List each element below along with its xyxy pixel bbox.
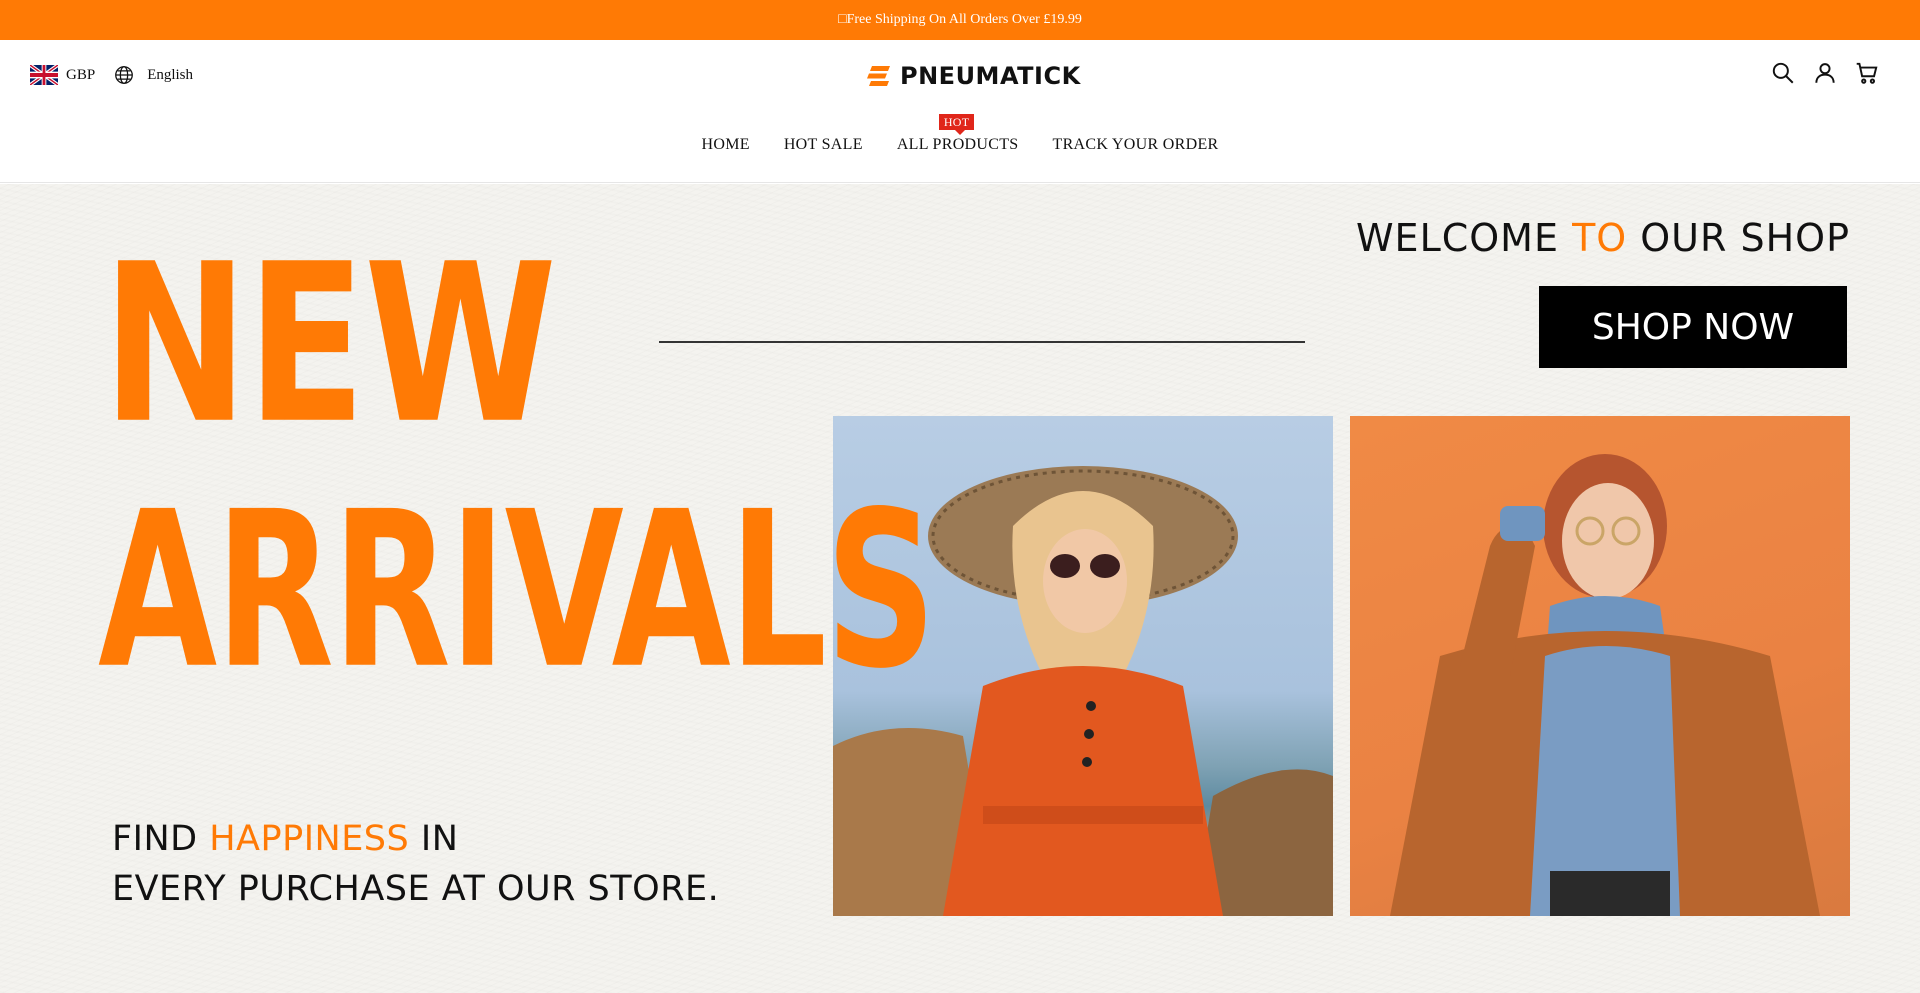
divider-line [659,341,1305,343]
welcome-text-end: OUR SHOP [1627,216,1850,260]
tagline-text: FIND [112,819,210,859]
header-icons [1770,60,1880,86]
logo-mark-icon [866,63,892,89]
hot-badge: HOT [938,114,975,135]
tagline: FIND HAPPINESS IN EVERY PURCHASE AT OUR … [112,814,719,914]
model-photo-brown-coat [1350,416,1850,916]
logo-text: PNEUMATICK [900,62,1081,90]
search-icon[interactable] [1770,60,1796,86]
hero-banner[interactable]: WELCOME TO OUR SHOP SHOP NOW NEW ARRIVAL… [0,184,1920,993]
shop-now-button[interactable]: SHOP NOW [1539,286,1847,368]
account-icon[interactable] [1812,60,1838,86]
nav-item-track-order[interactable]: TRACK YOUR ORDER [1053,132,1219,158]
tagline-text-end: IN [409,819,459,859]
headline-new: NEW [102,218,557,473]
welcome-heading: WELCOME TO OUR SHOP [1356,216,1850,260]
cart-icon[interactable] [1854,60,1880,86]
main-navigation: HOME HOT SALE ALL PRODUCTS HOT TRACK YOU… [0,114,1920,158]
headline-arrivals: ARRIVALS [98,466,936,717]
uk-flag-icon[interactable] [29,63,59,87]
tagline-line-1: FIND HAPPINESS IN [112,814,719,864]
site-logo[interactable]: PNEUMATICK [866,62,1081,90]
welcome-text: WELCOME [1355,216,1573,260]
nav-item-all-products[interactable]: ALL PRODUCTS HOT [896,114,1019,158]
tagline-accent: HAPPINESS [209,819,410,859]
globe-icon[interactable] [113,64,135,86]
nav-item-home[interactable]: HOME [702,132,750,158]
site-header: GBP English PNEUMATICK HOME HOT SALE ALL… [0,40,1920,183]
nav-item-all-products-label: ALL PRODUCTS [896,136,1019,153]
tagline-line-2: EVERY PURCHASE AT OUR STORE. [112,869,720,909]
currency-selector[interactable]: GBP [66,67,95,84]
announcement-bar: □Free Shipping On All Orders Over £19.99 [0,0,1920,40]
locale-selector: GBP English [29,63,193,87]
announcement-text: □Free Shipping On All Orders Over £19.99 [838,12,1082,27]
language-selector[interactable]: English [147,67,193,84]
nav-item-hot-sale[interactable]: HOT SALE [784,132,863,158]
welcome-accent: TO [1572,216,1628,260]
